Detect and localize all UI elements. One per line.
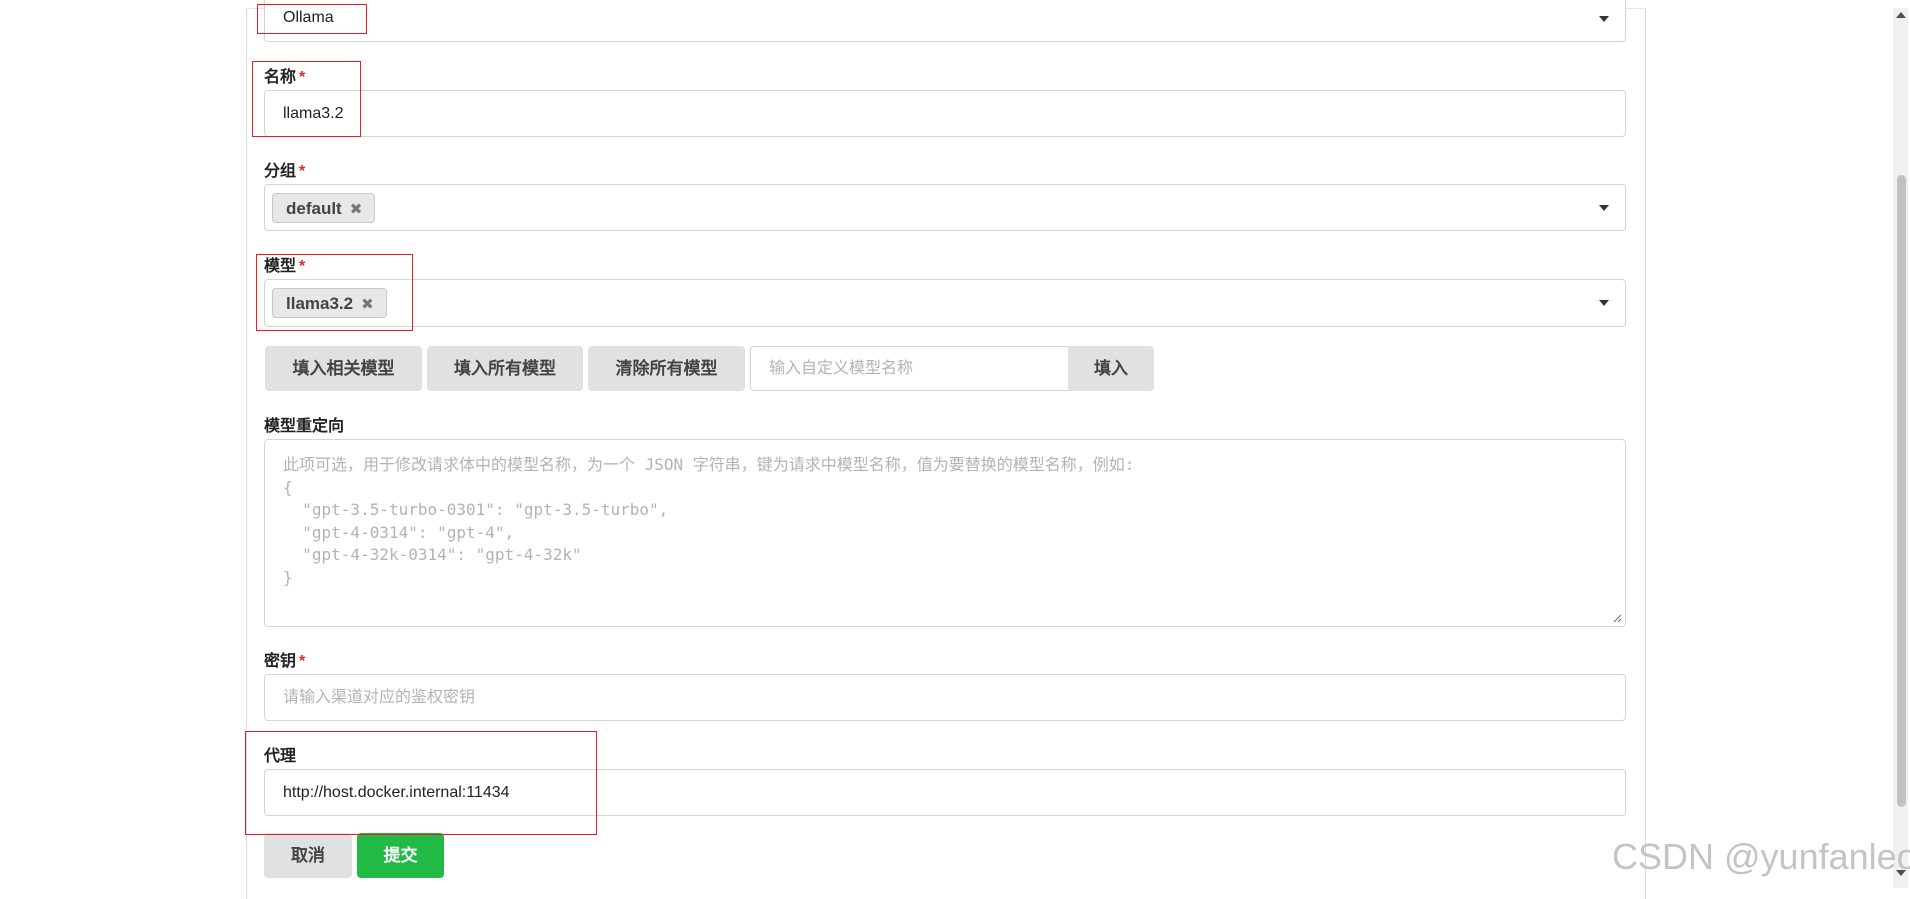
cancel-button[interactable]: 取消 [264,833,352,878]
fill-custom-model-button[interactable]: 填入 [1068,346,1154,391]
group-chip-label: default [286,199,342,218]
name-input-value: llama3.2 [283,105,344,122]
proxy-input-value: http://host.docker.internal:11434 [283,784,510,801]
key-label: 密钥 * [264,647,305,671]
model-label: 模型 * [264,252,305,276]
name-label: 名称 * [264,63,305,87]
submit-button[interactable]: 提交 [357,833,444,878]
fill-related-models-button[interactable]: 填入相关模型 [265,346,422,391]
custom-model-placeholder: 输入自定义模型名称 [769,360,914,377]
caret-down-icon [1599,300,1609,306]
group-chip: default ✖ [272,193,376,223]
model-mapping-placeholder: 此项可选，用于修改请求体中的模型名称，为一个 JSON 字符串，键为请求中模型名… [283,455,1135,587]
clear-all-models-button[interactable]: 清除所有模型 [588,346,745,391]
type-select-value: Ollama [283,9,334,26]
watermark: CSDN @yunfanleo [1612,836,1910,877]
required-mark: * [299,258,306,275]
proxy-label: 代理 [264,748,297,765]
scroll-up-icon[interactable] [1896,12,1906,18]
caret-down-icon [1599,16,1609,22]
custom-model-input[interactable]: 输入自定义模型名称 [750,346,1070,391]
type-select[interactable]: Ollama [264,0,1626,42]
model-mapping-textarea[interactable]: 此项可选，用于修改请求体中的模型名称，为一个 JSON 字符串，键为请求中模型名… [264,439,1626,627]
required-mark: * [299,163,306,180]
key-input[interactable]: 请输入渠道对应的鉴权密钥 [264,674,1626,721]
name-input[interactable]: llama3.2 [264,90,1626,137]
model-mapping-label: 模型重定向 [264,418,345,435]
fill-all-models-button[interactable]: 填入所有模型 [427,346,583,391]
group-label: 分组 * [264,157,305,181]
close-icon[interactable]: ✖ [350,201,363,218]
required-mark: * [299,69,306,86]
scrollbar-thumb[interactable] [1897,175,1906,807]
model-select[interactable]: llama3.2 ✖ [264,279,1626,327]
group-select[interactable]: default ✖ [264,184,1626,231]
resize-grip-icon[interactable] [1613,614,1622,623]
key-input-placeholder: 请输入渠道对应的鉴权密钥 [283,689,476,706]
required-mark: * [299,653,306,670]
model-chip-label: llama3.2 [286,294,354,313]
proxy-input[interactable]: http://host.docker.internal:11434 [264,769,1626,816]
close-icon[interactable]: ✖ [361,296,374,313]
key-label-text: 密钥 [264,653,297,670]
group-label-text: 分组 [264,163,297,180]
model-label-text: 模型 [264,258,297,275]
name-label-text: 名称 [264,69,297,86]
model-chip: llama3.2 ✖ [272,288,387,318]
caret-down-icon [1599,204,1609,211]
